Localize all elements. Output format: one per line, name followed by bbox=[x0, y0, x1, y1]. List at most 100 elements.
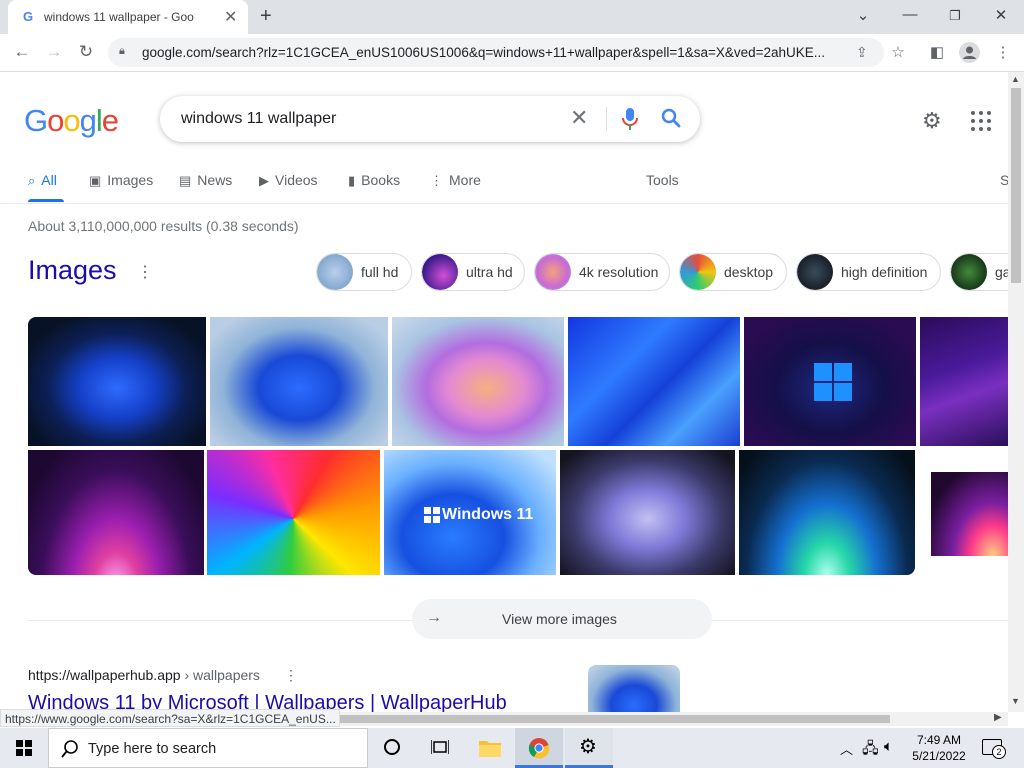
clock-date: 5/21/2022 bbox=[912, 749, 966, 763]
result-stats: About 3,110,000,000 results (0.38 second… bbox=[28, 218, 299, 234]
gear-icon: ⚙ bbox=[579, 736, 597, 758]
search-divider bbox=[606, 107, 607, 131]
chip-4k-resolution[interactable]: 4k resolution bbox=[534, 253, 670, 291]
chevron-up-icon[interactable]: ︿ bbox=[840, 739, 853, 758]
chip-desktop[interactable]: desktop bbox=[679, 253, 787, 291]
image-result-lavender-bloom[interactable] bbox=[560, 450, 735, 575]
clear-icon[interactable]: ✕ bbox=[570, 105, 588, 131]
minimize-button[interactable]: — bbox=[895, 6, 925, 23]
volume-icon[interactable]: 🔈︎ bbox=[884, 738, 893, 755]
network-icon[interactable]: 🖧︎ bbox=[862, 738, 879, 763]
image-result-purple-glow[interactable] bbox=[28, 450, 204, 575]
image-result-windows11-branding[interactable]: Windows 11 bbox=[384, 450, 556, 575]
profile-avatar[interactable] bbox=[959, 42, 980, 63]
tab-more[interactable]: ⋮ More bbox=[430, 172, 481, 189]
tab-books[interactable]: ▮ Books bbox=[348, 172, 400, 189]
images-section-title[interactable]: Images bbox=[28, 255, 117, 286]
new-tab-button[interactable]: + bbox=[260, 5, 272, 28]
more-vert-icon[interactable]: ⋮ bbox=[284, 667, 298, 684]
more-vert-icon: ⋮ bbox=[430, 173, 443, 188]
search-icon[interactable] bbox=[660, 107, 682, 129]
address-bar[interactable]: 🔒︎ google.com/search?rlz=1C1GCEA_enUS100… bbox=[108, 38, 884, 67]
chip-thumbnail bbox=[422, 254, 458, 290]
chip-full-hd[interactable]: full hd bbox=[316, 253, 412, 291]
chrome-taskbar-button[interactable] bbox=[515, 728, 563, 768]
side-panel-icon[interactable]: ◧ bbox=[926, 43, 948, 61]
back-arrow-icon[interactable]: ← bbox=[10, 42, 34, 62]
close-window-button[interactable]: ✕ bbox=[986, 6, 1016, 24]
gear-icon[interactable]: ⚙ bbox=[922, 108, 942, 134]
tab-title: windows 11 wallpaper - Google S bbox=[44, 10, 194, 24]
chip-thumbnail bbox=[680, 254, 716, 290]
chip-thumbnail bbox=[317, 254, 353, 290]
tools-button[interactable]: Tools bbox=[646, 172, 679, 188]
horizontal-scrollbar[interactable]: ▶ bbox=[340, 712, 1008, 726]
file-explorer-button[interactable] bbox=[466, 728, 514, 768]
cortana-circle-icon bbox=[384, 739, 400, 755]
arrow-right-icon: → bbox=[426, 609, 442, 626]
tab-news[interactable]: ▤ News bbox=[179, 172, 232, 189]
chrome-menu-icon[interactable]: ⋮ bbox=[992, 43, 1014, 61]
bookmark-star-icon[interactable]: ☆ bbox=[887, 43, 909, 61]
image-result-bloom-light[interactable] bbox=[210, 317, 388, 446]
horizontal-scroll-thumb[interactable] bbox=[340, 715, 890, 723]
settings-taskbar-button[interactable]: ⚙ bbox=[565, 728, 613, 768]
scroll-right-arrow-icon[interactable]: ▶ bbox=[994, 712, 1002, 723]
person-icon bbox=[963, 46, 976, 59]
result-url[interactable]: https://wallpaperhub.app › wallpapers bbox=[28, 667, 260, 683]
image-icon: ▣ bbox=[89, 173, 102, 188]
book-icon: ▮ bbox=[348, 173, 356, 188]
image-result-windows-logo-dark[interactable] bbox=[744, 317, 916, 446]
search-input[interactable]: windows 11 wallpaper bbox=[181, 110, 336, 128]
more-vert-icon[interactable]: ⋮ bbox=[137, 262, 153, 282]
taskbar-search-box[interactable]: Type here to search bbox=[48, 728, 368, 768]
tab-images[interactable]: ▣ Images bbox=[89, 172, 153, 189]
forward-arrow-icon[interactable]: → bbox=[42, 42, 66, 62]
browser-tab[interactable]: G windows 11 wallpaper - Google S ✕ bbox=[8, 0, 248, 34]
image-result-blue-waves[interactable] bbox=[568, 317, 740, 446]
google-apps-icon[interactable] bbox=[971, 111, 991, 131]
google-logo[interactable]: Google bbox=[24, 103, 119, 139]
vertical-scroll-thumb[interactable] bbox=[1011, 88, 1021, 283]
chip-high-definition[interactable]: high definition bbox=[796, 253, 941, 291]
result-thumbnail[interactable] bbox=[588, 665, 680, 715]
tab-close-icon[interactable]: ✕ bbox=[224, 7, 237, 27]
scroll-up-arrow-icon[interactable]: ▲ bbox=[1011, 74, 1020, 84]
url-text[interactable]: google.com/search?rlz=1C1GCEA_enUS1006US… bbox=[142, 45, 842, 60]
tab-videos[interactable]: ▶ Videos bbox=[259, 172, 318, 189]
windows-logo-icon bbox=[814, 363, 852, 401]
vertical-scrollbar[interactable]: ▲ ▼ bbox=[1008, 72, 1024, 712]
news-icon: ▤ bbox=[179, 173, 192, 188]
tab-search-chevron-icon[interactable]: ⌄ bbox=[848, 6, 878, 24]
notification-center-icon[interactable]: 2 bbox=[982, 739, 1006, 759]
search-icon: ⌕ bbox=[28, 173, 36, 188]
task-view-cortana-button[interactable] bbox=[368, 728, 416, 768]
windows-logo-icon bbox=[424, 507, 440, 523]
search-nav-tabs: ⌕ All ▣ Images ▤ News ▶ Videos ▮ Books ⋮ More … bbox=[0, 166, 1009, 204]
tab-all[interactable]: ⌕ All bbox=[28, 172, 57, 189]
image-result-teal-glow[interactable] bbox=[739, 450, 915, 575]
image-result-purple-partial[interactable] bbox=[920, 317, 1008, 446]
scroll-down-arrow-icon[interactable]: ▼ bbox=[1011, 696, 1020, 706]
search-box[interactable]: windows 11 wallpaper ✕ bbox=[160, 96, 700, 142]
google-favicon-icon: G bbox=[22, 9, 34, 24]
tab-all-underline bbox=[28, 199, 64, 202]
folder-icon bbox=[479, 741, 501, 757]
task-view-button[interactable] bbox=[416, 728, 464, 768]
image-result-sunset-glow-partial[interactable] bbox=[931, 472, 1008, 556]
reload-icon[interactable]: ↻ bbox=[74, 42, 98, 62]
image-result-bloom-pastel[interactable] bbox=[392, 317, 564, 446]
chip-ultra-hd[interactable]: ultra hd bbox=[421, 253, 525, 291]
link-status-bar: https://www.google.com/search?sa=X&rlz=1… bbox=[0, 709, 340, 727]
task-view-icon bbox=[431, 740, 449, 754]
system-clock[interactable]: 7:49 AM 5/21/2022 bbox=[908, 732, 970, 764]
view-more-images-button[interactable]: → View more images bbox=[412, 599, 712, 639]
image-result-rainbow-bloom[interactable] bbox=[207, 450, 380, 575]
browser-tab-strip: G windows 11 wallpaper - Google S ✕ + ⌄ … bbox=[0, 0, 1024, 34]
start-button[interactable] bbox=[0, 728, 48, 768]
microphone-icon[interactable] bbox=[622, 108, 638, 130]
share-icon[interactable]: ⇪ bbox=[856, 44, 868, 61]
chrome-icon bbox=[528, 738, 550, 759]
restore-button[interactable]: ❐ bbox=[940, 8, 970, 24]
image-result-bloom-dark[interactable] bbox=[28, 317, 206, 446]
